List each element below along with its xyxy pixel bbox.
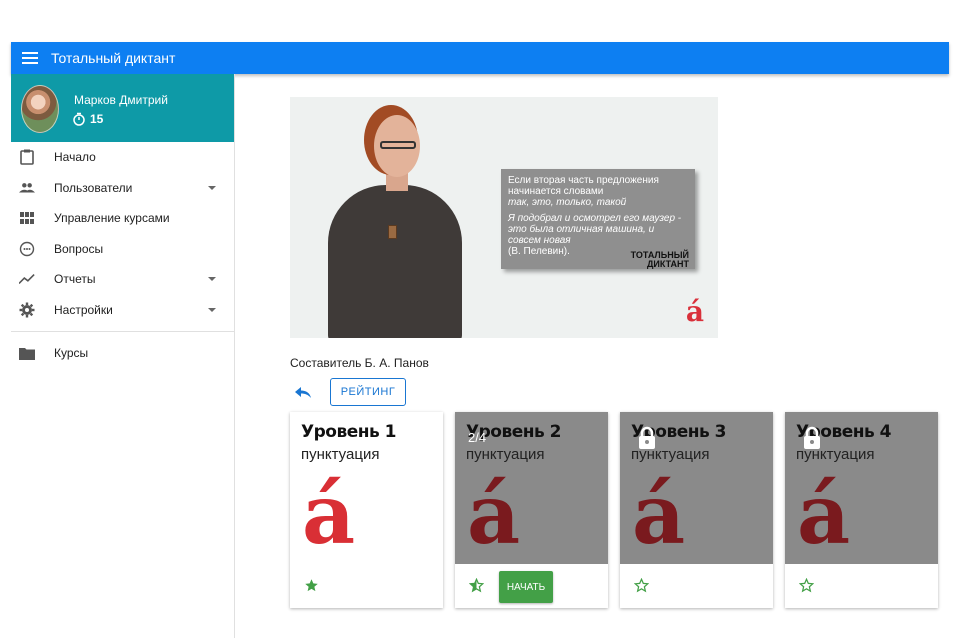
menu-icon[interactable] [22,52,38,64]
video-slide: Если вторая часть предложения начинается… [501,169,695,269]
card-brand-letter: á [632,467,686,563]
app-bar: Тотальный диктант [11,42,949,74]
trend-icon [19,271,35,287]
sidebar-item-label: Пользователи [54,180,133,195]
sidebar-item-settings[interactable]: Настройки [11,295,234,326]
card-content: Уровень 3 пунктуация á [620,412,773,564]
slide-example: это была отличная машина, и [508,224,655,235]
stopwatch-icon [73,112,85,126]
presenter-figure [328,185,462,338]
card-actions [620,564,773,608]
chevron-down-icon[interactable] [208,307,216,312]
star-half-icon [469,578,484,593]
sidebar-item-label: Вопросы [54,241,104,256]
slide-logo: ТОТАЛЬНЫЙ ДИКТАНТ [631,251,689,269]
card-subtitle: пунктуация [631,446,710,463]
back-arrow-icon[interactable] [294,384,312,400]
presenter-pendant [388,225,397,239]
author-credit: Составитель Б. А. Панов [290,356,429,370]
sidebar: Марков Дмитрий 15 Начало Пользователи Уп… [11,74,235,638]
points-value: 15 [90,112,104,126]
sidebar-divider [11,331,234,332]
slide-example: Я подобрал и осмотрел его маузер - [508,213,682,224]
logo-line: ДИКТАНТ [646,259,689,269]
slide-line: начинается словами [508,186,604,197]
level-card-4[interactable]: Уровень 4 пунктуация á [785,412,938,608]
slide-keywords: так, это, только, такой [508,197,627,208]
sidebar-nav-secondary: Курсы [11,338,234,369]
brand-logo: á [685,295,704,328]
sidebar-nav: Начало Пользователи Управление курсами В… [11,142,234,325]
slide-line: Если вторая часть предложения [508,175,659,186]
sidebar-item-label: Отчеты [54,272,96,287]
card-subtitle: пунктуация [301,446,380,463]
sidebar-item-users[interactable]: Пользователи [11,173,234,204]
card-actions: НАЧАТЬ [455,564,608,608]
user-points: 15 [72,112,103,126]
chevron-down-icon[interactable] [208,185,216,190]
sidebar-item-label: Курсы [54,346,89,361]
sidebar-item-questions[interactable]: Вопросы [11,234,234,265]
avatar[interactable] [21,85,59,133]
card-brand-letter: á [467,467,521,563]
card-actions [785,564,938,608]
sidebar-item-courses-management[interactable]: Управление курсами [11,203,234,234]
clipboard-icon [19,149,35,166]
video-player[interactable]: Если вторая часть предложения начинается… [290,97,718,338]
level-card-2[interactable]: Уровень 2 2/4 пунктуация á НАЧАТЬ [455,412,608,608]
card-title: Уровень 1 [301,422,397,442]
card-brand-letter: á [302,467,356,563]
card-actions [290,564,443,608]
level-card-1[interactable]: Уровень 1 пунктуация á [290,412,443,608]
rating-button[interactable]: РЕЙТИНГ [330,378,406,406]
sidebar-item-label: Настройки [54,302,113,317]
user-card: Марков Дмитрий 15 [11,74,234,142]
sidebar-item-label: Управление курсами [54,211,170,226]
star-outline-icon [799,578,814,593]
sidebar-item-home[interactable]: Начало [11,142,234,173]
card-content: Уровень 4 пунктуация á [785,412,938,564]
grid-icon [19,210,35,226]
user-name: Марков Дмитрий [74,93,168,107]
slide-example: совсем новая [508,235,571,246]
card-content: Уровень 2 2/4 пунктуация á [455,412,608,564]
sidebar-item-courses[interactable]: Курсы [11,338,234,369]
start-button[interactable]: НАЧАТЬ [499,571,553,603]
chevron-down-icon[interactable] [208,277,216,281]
app-title: Тотальный диктант [51,50,176,66]
card-subtitle: пунктуация [796,446,875,463]
progress-counter: 2/4 [468,430,487,445]
question-circle-icon [19,241,35,257]
sidebar-item-label: Начало [54,150,96,165]
star-outline-icon [634,578,649,593]
folder-icon [19,345,35,361]
card-brand-letter: á [797,467,851,563]
card-subtitle: пунктуация [466,446,545,463]
card-content: Уровень 1 пунктуация á [290,412,443,564]
presenter-glasses [380,141,416,149]
people-icon [19,180,35,196]
sidebar-item-reports[interactable]: Отчеты [11,264,234,295]
level-card-3[interactable]: Уровень 3 пунктуация á [620,412,773,608]
star-filled-icon [305,579,318,592]
gear-icon [19,302,35,318]
